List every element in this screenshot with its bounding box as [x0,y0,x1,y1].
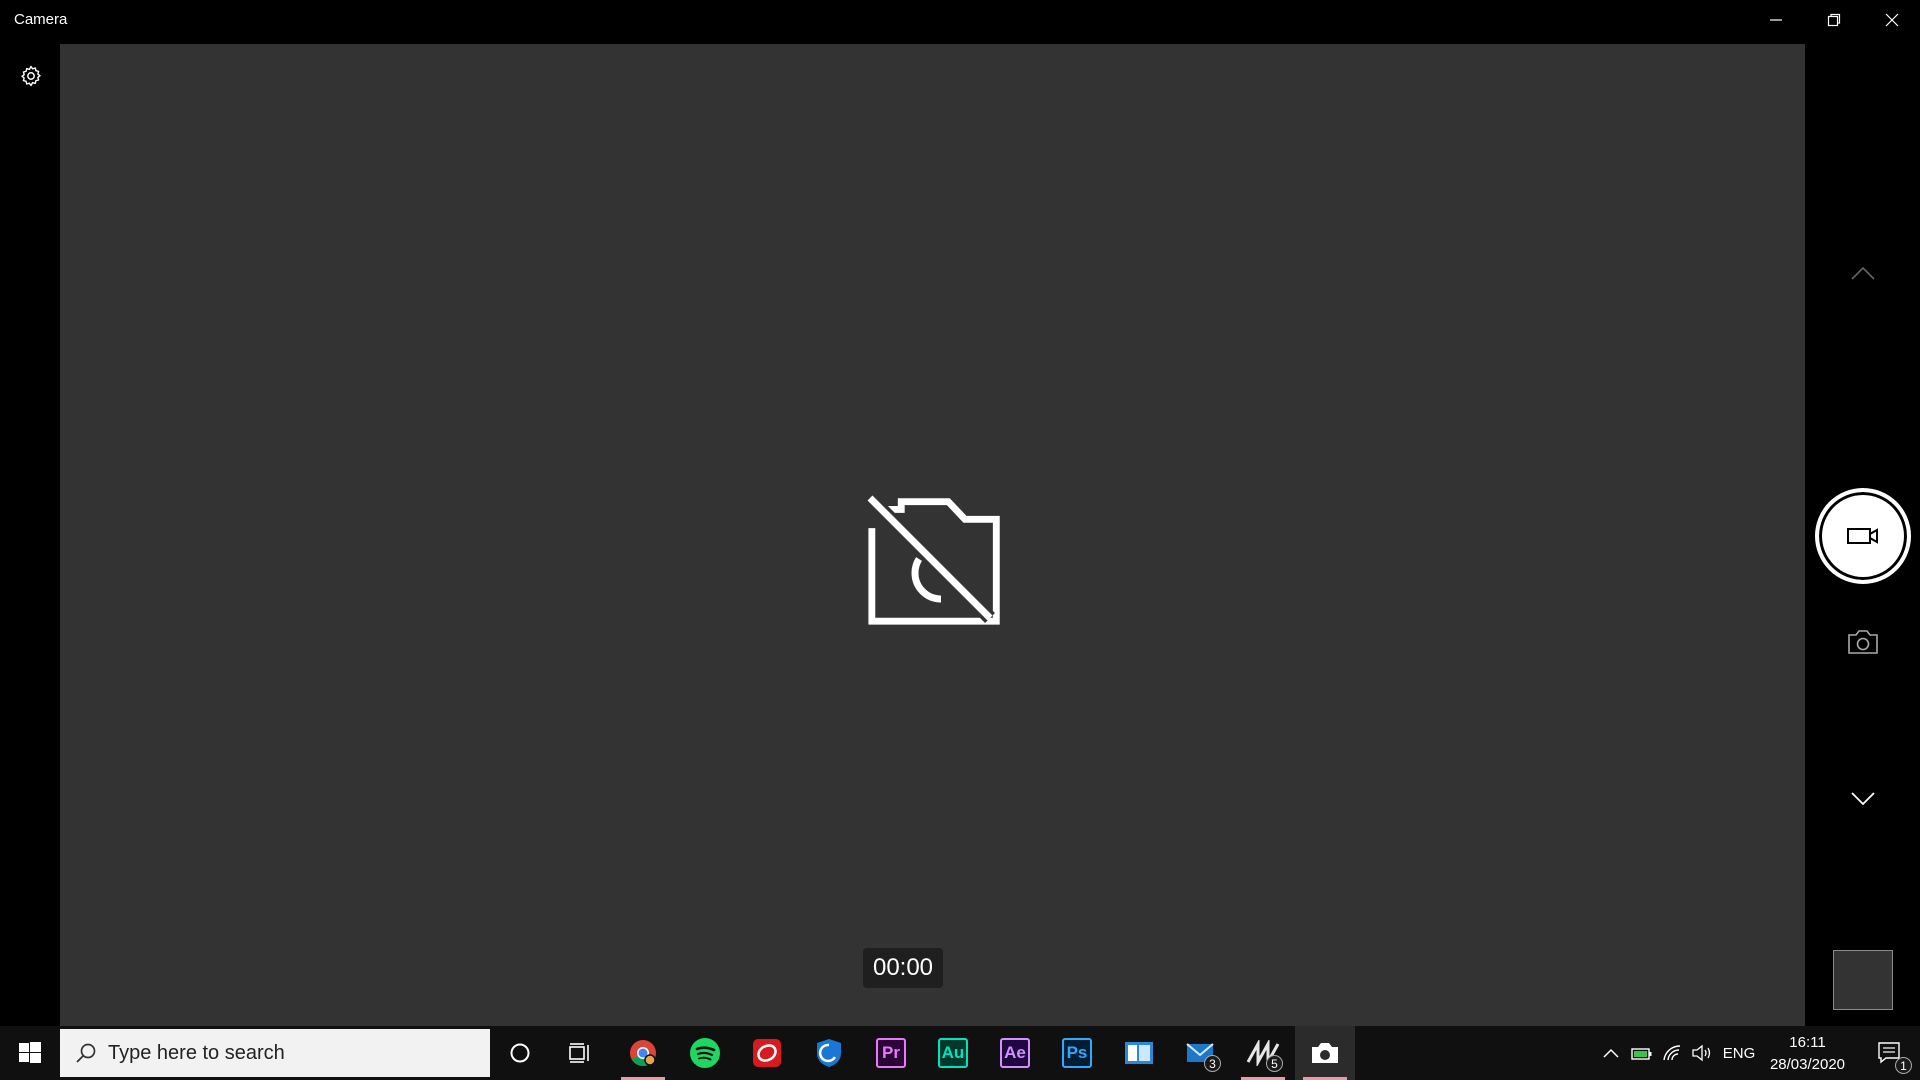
chrome-icon [630,1040,656,1067]
taskbar-app-trend-micro[interactable] [737,1026,797,1080]
photo-camera-icon [1848,630,1878,654]
clock-time: 16:11 [1789,1034,1826,1051]
taskbar-app-after-effects[interactable]: Ae [985,1026,1045,1080]
trend-micro-icon [753,1039,781,1067]
notification-badge: 1 [1895,1057,1912,1074]
taskbar-app-shield[interactable] [799,1026,859,1080]
minimize-button[interactable] [1748,0,1804,40]
taskbar-app-premiere[interactable]: Pr [861,1026,921,1080]
language-indicator[interactable]: ENG [1720,1026,1758,1080]
audition-icon: Au [938,1038,968,1068]
taskbar-search-box[interactable]: Type here to search [60,1029,490,1077]
taskbar-app-window[interactable] [1109,1026,1169,1080]
video-record-icon [1847,528,1878,544]
close-button[interactable] [1864,0,1920,40]
network-button[interactable] [1658,1026,1686,1080]
taskbar-app-zigzag[interactable]: 5 [1233,1026,1293,1080]
action-center-button[interactable]: 1 [1862,1026,1918,1080]
camera-window: Camera 00:00 [0,0,1920,1026]
spotify-icon [690,1038,720,1068]
clock[interactable]: 16:11 28/03/2020 [1760,1032,1855,1076]
photo-mode-button[interactable] [1840,620,1886,664]
wifi-icon [1663,1045,1681,1061]
window-title: Camera [14,11,68,28]
taskbar-app-mail[interactable]: 3 [1171,1026,1231,1080]
camera-viewfinder: 00:00 [60,44,1805,1026]
taskbar-app-photoshop[interactable]: Ps [1047,1026,1107,1080]
zigzag-badge: 5 [1266,1055,1283,1072]
windows-logo-icon [19,1042,41,1063]
taskbar-app-spotify[interactable] [675,1026,735,1080]
taskbar-app-audition[interactable]: Au [923,1026,983,1080]
mail-badge: 3 [1204,1055,1221,1072]
volume-button[interactable] [1688,1026,1716,1080]
chevron-up-icon [1603,1048,1619,1058]
taskbar-app-chrome[interactable] [613,1026,673,1080]
chevron-up-icon [1851,266,1875,280]
camera-off-icon [850,464,1035,654]
after-effects-icon: Ae [1000,1038,1030,1068]
clock-date: 28/03/2020 [1769,1056,1846,1073]
task-view-icon [569,1043,589,1063]
scroll-down-button[interactable] [1840,780,1886,816]
search-placeholder: Type here to search [108,1041,285,1064]
cortana-button[interactable] [490,1026,550,1080]
shield-icon [817,1039,841,1067]
title-bar[interactable]: Camera [0,0,1920,40]
language-label: ENG [1722,1044,1756,1062]
search-icon [76,1043,96,1063]
settings-button[interactable] [10,55,52,97]
camera-app-icon [1312,1043,1338,1063]
close-icon [1885,13,1899,27]
restore-button[interactable] [1806,0,1862,40]
cortana-circle-icon [510,1043,530,1063]
gallery-thumbnail[interactable] [1833,950,1893,1010]
taskbar-app-camera[interactable] [1295,1026,1355,1080]
restore-icon [1827,13,1841,27]
gear-icon [21,65,41,87]
minimize-icon [1770,19,1782,21]
taskbar: Type here to search Pr Au Ae Ps 3 5 ENG … [0,1026,1920,1080]
chevron-down-icon [1851,792,1875,806]
blue-window-icon [1125,1042,1153,1064]
video-record-button[interactable] [1815,488,1911,584]
start-button[interactable] [0,1026,60,1080]
scroll-up-button[interactable] [1840,255,1886,291]
premiere-icon: Pr [876,1038,906,1068]
timer-text: 00:00 [862,948,944,988]
speaker-icon [1692,1044,1711,1062]
battery-button[interactable] [1628,1026,1656,1080]
recording-timer: 00:00 [833,946,973,990]
show-hidden-icons-button[interactable] [1598,1026,1624,1080]
battery-icon [1631,1048,1652,1060]
photoshop-icon: Ps [1062,1038,1092,1068]
task-view-button[interactable] [550,1026,610,1080]
